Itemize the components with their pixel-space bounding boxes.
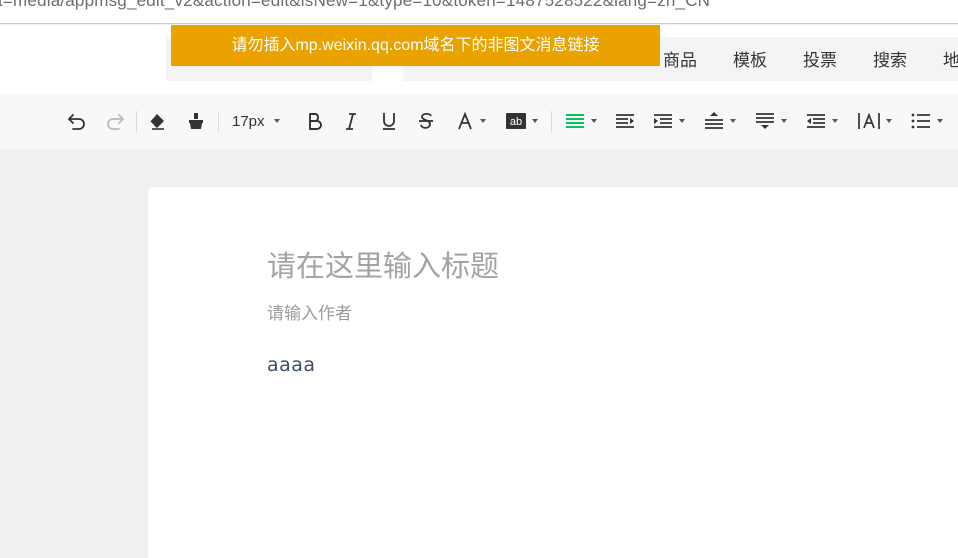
line-height-icon xyxy=(705,112,723,129)
title-input[interactable] xyxy=(267,251,867,284)
strikethrough-button[interactable] xyxy=(416,107,436,135)
bold-icon xyxy=(309,113,322,130)
chevron-down-icon xyxy=(532,119,538,123)
underline-button[interactable] xyxy=(379,107,399,135)
toolbar-divider xyxy=(218,111,219,133)
svg-text:ab: ab xyxy=(510,116,522,128)
editor-toolbar: 17px ab xyxy=(0,93,958,149)
chevron-down-icon xyxy=(832,119,838,123)
chevron-down-icon xyxy=(480,119,486,123)
chevron-down-icon xyxy=(591,119,597,123)
align-left-button[interactable] xyxy=(564,107,597,135)
toolbar-divider xyxy=(136,111,137,133)
undo-button[interactable] xyxy=(66,107,88,135)
underline-icon xyxy=(383,113,395,130)
indent-icon xyxy=(616,114,634,128)
menu-item-search[interactable]: 搜索 xyxy=(873,46,907,71)
url-text: t=media/appmsg_edit_v2&action=edit&isNew… xyxy=(0,0,711,10)
redo-button[interactable] xyxy=(104,107,126,135)
address-bar[interactable]: t=media/appmsg_edit_v2&action=edit&isNew… xyxy=(0,0,958,24)
font-size-select[interactable]: 17px xyxy=(232,107,280,135)
font-color-button[interactable] xyxy=(455,107,486,135)
redo-icon xyxy=(107,114,124,130)
format-brush-icon xyxy=(189,113,203,129)
chevron-down-icon xyxy=(937,119,943,123)
eraser-icon xyxy=(149,114,164,130)
author-input[interactable] xyxy=(267,304,667,324)
list-button[interactable] xyxy=(910,107,943,135)
content-body[interactable]: aaaa xyxy=(267,354,867,376)
menu-item-vote[interactable]: 投票 xyxy=(803,46,837,71)
menu-item-location[interactable]: 地 xyxy=(943,46,958,71)
outdent-icon xyxy=(807,114,825,128)
indent-button[interactable] xyxy=(614,107,636,135)
chevron-down-icon xyxy=(679,119,685,123)
letter-spacing-icon xyxy=(858,112,880,129)
chevron-down-icon xyxy=(730,119,736,123)
bold-button[interactable] xyxy=(304,107,324,135)
italic-icon xyxy=(346,113,356,130)
background-color-icon: ab xyxy=(506,113,526,129)
menu-item-product[interactable]: 商品 xyxy=(663,46,697,71)
link-warning-tooltip: 请勿插入mp.weixin.qq.com域名下的非图文消息链接 xyxy=(171,25,660,66)
italic-button[interactable] xyxy=(341,107,361,135)
menu-item-template[interactable]: 模板 xyxy=(733,46,767,71)
background-color-button[interactable]: ab xyxy=(505,107,538,135)
font-size-value: 17px xyxy=(232,112,265,130)
chevron-down-icon xyxy=(886,119,892,123)
align-icon xyxy=(654,114,672,128)
chevron-down-icon xyxy=(273,119,280,123)
text-indent-button[interactable] xyxy=(652,107,685,135)
align-left-icon xyxy=(566,114,584,128)
clear-format-button[interactable] xyxy=(146,107,168,135)
paragraph-spacing-button[interactable] xyxy=(754,107,787,135)
paragraph-spacing-icon xyxy=(756,113,774,129)
format-painter-button[interactable] xyxy=(185,107,207,135)
list-icon xyxy=(911,113,930,129)
toolbar-divider xyxy=(551,111,552,133)
line-height-button[interactable] xyxy=(703,107,736,135)
undo-icon xyxy=(68,114,85,130)
font-color-icon xyxy=(458,111,472,130)
strikethrough-icon xyxy=(419,112,433,129)
letter-spacing-button[interactable] xyxy=(857,107,892,135)
outdent-button[interactable] xyxy=(805,107,838,135)
chevron-down-icon xyxy=(781,119,787,123)
